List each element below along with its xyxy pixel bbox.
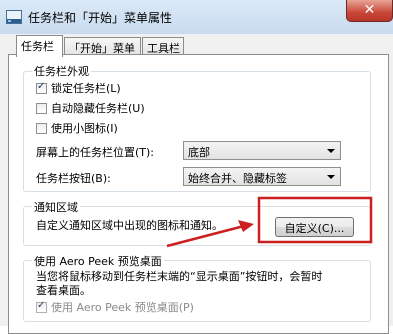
- tab-taskbar-label: 任务栏: [21, 40, 54, 53]
- annotation-arrow-line: [166, 224, 245, 248]
- highlight-box: [257, 196, 373, 244]
- tab-taskbar[interactable]: 任务栏: [16, 35, 63, 57]
